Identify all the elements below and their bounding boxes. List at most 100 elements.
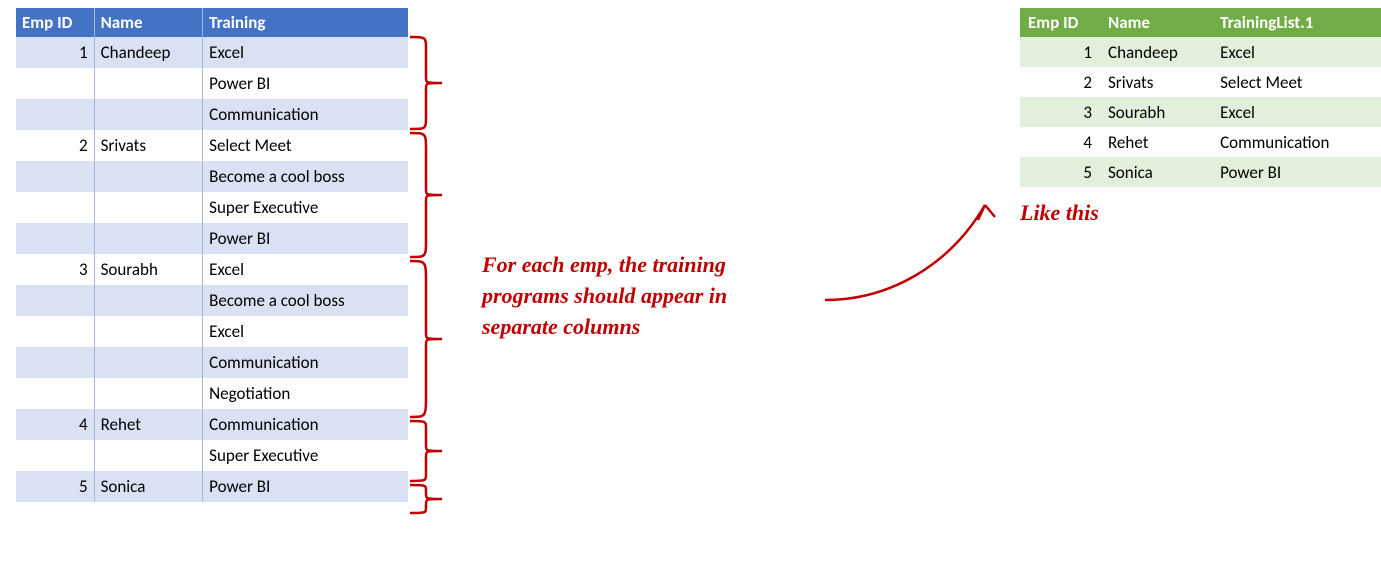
table-row: 1ChandeepExcelPower BICommunication bbox=[1020, 37, 1381, 67]
cell-training: Excel bbox=[203, 316, 408, 347]
cell-name: Srivats bbox=[1100, 67, 1212, 97]
cell-name bbox=[94, 192, 203, 223]
cell-id bbox=[16, 161, 94, 192]
cell-id bbox=[16, 68, 94, 99]
annotation-main: For each emp, the training programs shou… bbox=[482, 250, 727, 342]
cell-id bbox=[16, 347, 94, 378]
cell-t2: Power BI bbox=[1376, 37, 1381, 67]
cell-training: Select Meet bbox=[203, 130, 408, 161]
cell-name: Rehet bbox=[94, 409, 203, 440]
cell-name bbox=[94, 161, 203, 192]
cell-training: Super Executive bbox=[203, 192, 408, 223]
cell-training: Power BI bbox=[203, 223, 408, 254]
table-row: Power BI bbox=[16, 68, 408, 99]
cell-id bbox=[16, 440, 94, 471]
table-row: 5SonicaPower BI bbox=[1020, 157, 1381, 187]
cell-training: Super Executive bbox=[203, 440, 408, 471]
cell-name: Rehet bbox=[1100, 127, 1212, 157]
table-row: Super Executive bbox=[16, 192, 408, 223]
cell-t2: Super Executive bbox=[1376, 127, 1381, 157]
table-row: Become a cool boss bbox=[16, 285, 408, 316]
cell-name bbox=[94, 223, 203, 254]
cell-id bbox=[16, 223, 94, 254]
table-row: Become a cool boss bbox=[16, 161, 408, 192]
cell-id: 1 bbox=[16, 37, 94, 68]
source-table: Emp ID Name Training 1ChandeepExcelPower… bbox=[16, 8, 408, 502]
cell-training: Power BI bbox=[203, 471, 408, 502]
cell-id: 2 bbox=[16, 130, 94, 161]
cell-training: Negotiation bbox=[203, 378, 408, 409]
cell-t2: Become a cool boss bbox=[1376, 97, 1381, 127]
col-header-t2: TrainingList.2 bbox=[1376, 8, 1381, 37]
cell-name bbox=[94, 68, 203, 99]
cell-name: Chandeep bbox=[94, 37, 203, 68]
cell-t1: Excel bbox=[1212, 97, 1376, 127]
cell-training: Excel bbox=[203, 37, 408, 68]
cell-id: 2 bbox=[1020, 67, 1100, 97]
cell-id: 1 bbox=[1020, 37, 1100, 67]
cell-t1: Select Meet bbox=[1212, 67, 1376, 97]
table-row: 3SourabhExcelBecome a cool bossCommunica… bbox=[1020, 97, 1381, 127]
cell-name: Srivats bbox=[94, 130, 203, 161]
table-row: Communication bbox=[16, 99, 408, 130]
cell-name bbox=[94, 316, 203, 347]
cell-name bbox=[94, 378, 203, 409]
cell-id bbox=[16, 99, 94, 130]
cell-name bbox=[94, 347, 203, 378]
brace-icon bbox=[408, 259, 444, 419]
col-header-t1: TrainingList.1 bbox=[1212, 8, 1376, 37]
cell-name: Chandeep bbox=[1100, 37, 1212, 67]
brace-icon bbox=[408, 35, 444, 131]
table-row: 5SonicaPower BI bbox=[16, 471, 408, 502]
col-header-name: Name bbox=[94, 8, 203, 37]
cell-name: Sonica bbox=[1100, 157, 1212, 187]
cell-training: Communication bbox=[203, 347, 408, 378]
cell-name bbox=[94, 440, 203, 471]
cell-name bbox=[94, 285, 203, 316]
brace-icon bbox=[408, 483, 444, 515]
cell-t1: Communication bbox=[1212, 127, 1376, 157]
cell-id: 4 bbox=[16, 409, 94, 440]
result-table: Emp ID Name TrainingList.1 TrainingList.… bbox=[1020, 8, 1381, 187]
table-row: 1ChandeepExcel bbox=[16, 37, 408, 68]
table-row: Negotiation bbox=[16, 378, 408, 409]
cell-training: Excel bbox=[203, 254, 408, 285]
annotation-like-this: Like this bbox=[1020, 198, 1099, 229]
table-row: 2SrivatsSelect MeetBecome a cool bossSup… bbox=[1020, 67, 1381, 97]
cell-t2: Become a cool boss bbox=[1376, 67, 1381, 97]
brace-icon bbox=[408, 419, 444, 483]
cell-id: 5 bbox=[1020, 157, 1100, 187]
cell-name: Sonica bbox=[94, 471, 203, 502]
col-header-empid: Emp ID bbox=[1020, 8, 1100, 37]
cell-t1: Power BI bbox=[1212, 157, 1376, 187]
cell-id bbox=[16, 192, 94, 223]
cell-t1: Excel bbox=[1212, 37, 1376, 67]
cell-name bbox=[94, 99, 203, 130]
cell-training: Communication bbox=[203, 99, 408, 130]
cell-training: Become a cool boss bbox=[203, 285, 408, 316]
cell-training: Power BI bbox=[203, 68, 408, 99]
col-header-empid: Emp ID bbox=[16, 8, 94, 37]
cell-training: Become a cool boss bbox=[203, 161, 408, 192]
table-row: Power BI bbox=[16, 223, 408, 254]
col-header-name: Name bbox=[1100, 8, 1212, 37]
table-row: 3SourabhExcel bbox=[16, 254, 408, 285]
cell-id: 5 bbox=[16, 471, 94, 502]
cell-training: Communication bbox=[203, 409, 408, 440]
cell-id: 3 bbox=[1020, 97, 1100, 127]
table-row: 4RehetCommunication bbox=[16, 409, 408, 440]
cell-name: Sourabh bbox=[94, 254, 203, 285]
cell-id bbox=[16, 285, 94, 316]
table-row: Super Executive bbox=[16, 440, 408, 471]
cell-t2 bbox=[1376, 157, 1381, 187]
cell-id: 4 bbox=[1020, 127, 1100, 157]
cell-id bbox=[16, 316, 94, 347]
cell-name: Sourabh bbox=[1100, 97, 1212, 127]
table-row: Excel bbox=[16, 316, 408, 347]
cell-id bbox=[16, 378, 94, 409]
col-header-training: Training bbox=[203, 8, 408, 37]
table-row: 4RehetCommunicationSuper Executive bbox=[1020, 127, 1381, 157]
arrow-icon bbox=[820, 195, 1020, 315]
cell-id: 3 bbox=[16, 254, 94, 285]
table-row: Communication bbox=[16, 347, 408, 378]
